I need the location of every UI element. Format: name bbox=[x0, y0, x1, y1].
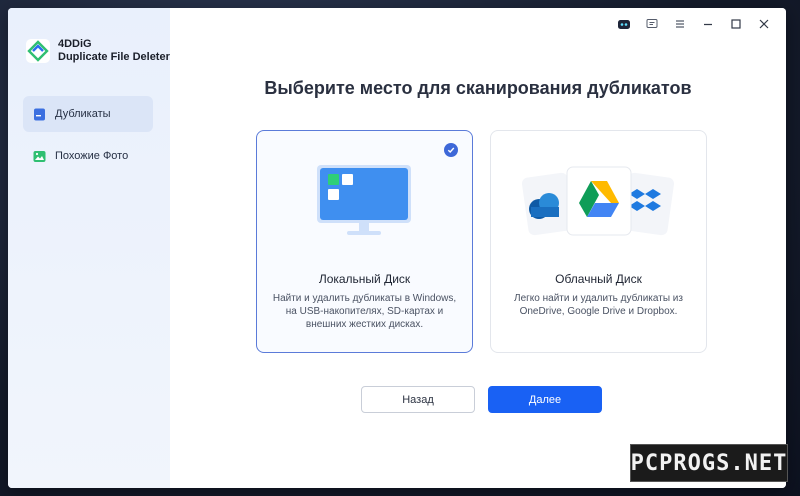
card-description: Легко найти и удалить дубликаты из OneDr… bbox=[514, 293, 683, 317]
next-button[interactable]: Далее bbox=[488, 386, 602, 413]
main-content: Выберите место для сканирования дубликат… bbox=[170, 8, 786, 488]
cloud-disk-card[interactable]: Облачный Диск Легко найти и удалить дубл… bbox=[490, 130, 707, 353]
app-window: 4DDiG Duplicate File Deleter Дубликаты П… bbox=[8, 8, 786, 488]
back-button[interactable]: Назад bbox=[361, 386, 475, 413]
local-disk-card[interactable]: Локальный Диск Найти и удалить дубликаты… bbox=[256, 130, 473, 353]
sidebar-item-label: Дубликаты bbox=[55, 108, 111, 120]
watermark: PCPROGS.NET bbox=[630, 444, 788, 482]
brand-line2: Duplicate File Deleter bbox=[58, 51, 170, 63]
check-icon bbox=[444, 143, 458, 157]
robot-icon bbox=[618, 20, 630, 29]
cloud-services-icon bbox=[521, 166, 675, 236]
app-logo-icon bbox=[26, 39, 50, 63]
title-bar-controls bbox=[610, 14, 778, 34]
brand-line1: 4DDiG bbox=[58, 38, 92, 50]
page-title: Выберите место для сканирования дубликат… bbox=[264, 78, 692, 98]
sidebar: 4DDiG Duplicate File Deleter Дубликаты П… bbox=[8, 8, 170, 488]
card-description: Найти и удалить дубликаты в Windows, на … bbox=[272, 293, 457, 330]
menu-button[interactable] bbox=[666, 14, 694, 34]
card-title: Облачный Диск bbox=[555, 272, 642, 286]
minimize-icon bbox=[704, 23, 712, 26]
brand-name: 4DDiG Duplicate File Deleter bbox=[58, 38, 170, 64]
sidebar-item-label: Похожие Фото bbox=[55, 150, 129, 162]
sidebar-item-duplicates[interactable]: Дубликаты bbox=[23, 96, 153, 132]
robot-button[interactable] bbox=[610, 14, 638, 34]
minimize-button[interactable] bbox=[694, 14, 722, 34]
close-icon bbox=[759, 19, 769, 29]
feedback-icon bbox=[646, 19, 658, 28]
card-title: Локальный Диск bbox=[318, 272, 411, 286]
sidebar-item-similar-photos[interactable]: Похожие Фото bbox=[23, 138, 153, 174]
menu-icon bbox=[676, 20, 684, 28]
maximize-icon bbox=[731, 19, 741, 29]
close-button[interactable] bbox=[750, 14, 778, 34]
monitor-icon bbox=[317, 165, 411, 235]
image-icon bbox=[33, 150, 46, 162]
feedback-button[interactable] bbox=[638, 14, 666, 34]
file-icon bbox=[34, 108, 45, 120]
maximize-button[interactable] bbox=[722, 14, 750, 34]
